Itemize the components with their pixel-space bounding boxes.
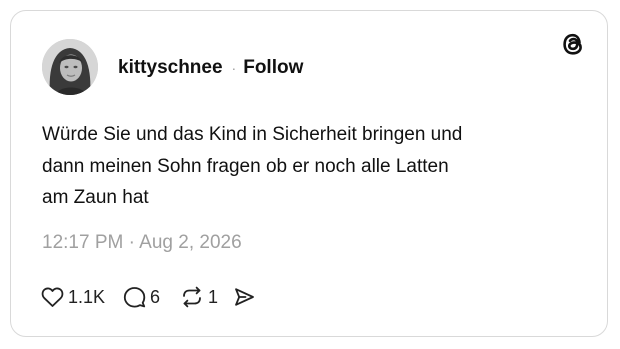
- share-button[interactable]: [233, 286, 255, 308]
- post-header: kittyschnee · Follow: [118, 56, 303, 80]
- avatar[interactable]: [42, 39, 98, 95]
- follow-button[interactable]: Follow: [243, 57, 303, 79]
- reply-button[interactable]: 6: [123, 286, 160, 308]
- heart-icon: [41, 286, 64, 308]
- action-bar: 1.1K 6 1: [41, 283, 255, 311]
- post-text: Würde Sie und das Kind in Sicherheit bri…: [42, 124, 463, 208]
- repost-button[interactable]: 1: [180, 286, 218, 308]
- like-button[interactable]: 1.1K: [41, 286, 105, 308]
- repost-arrows-icon: [180, 286, 204, 308]
- username-link[interactable]: kittyschnee: [118, 57, 223, 79]
- threads-logo-icon[interactable]: [560, 31, 586, 57]
- separator-dot: ·: [231, 60, 237, 76]
- post-card: kittyschnee · Follow Würde Sie und das K…: [10, 10, 608, 337]
- reply-count: 6: [150, 286, 161, 307]
- like-count: 1.1K: [68, 286, 106, 307]
- send-icon: [233, 286, 255, 308]
- post-timestamp[interactable]: 12:17 PM · Aug 2, 2026: [42, 232, 242, 254]
- speech-bubble-icon: [123, 286, 146, 308]
- repost-count: 1: [208, 286, 219, 307]
